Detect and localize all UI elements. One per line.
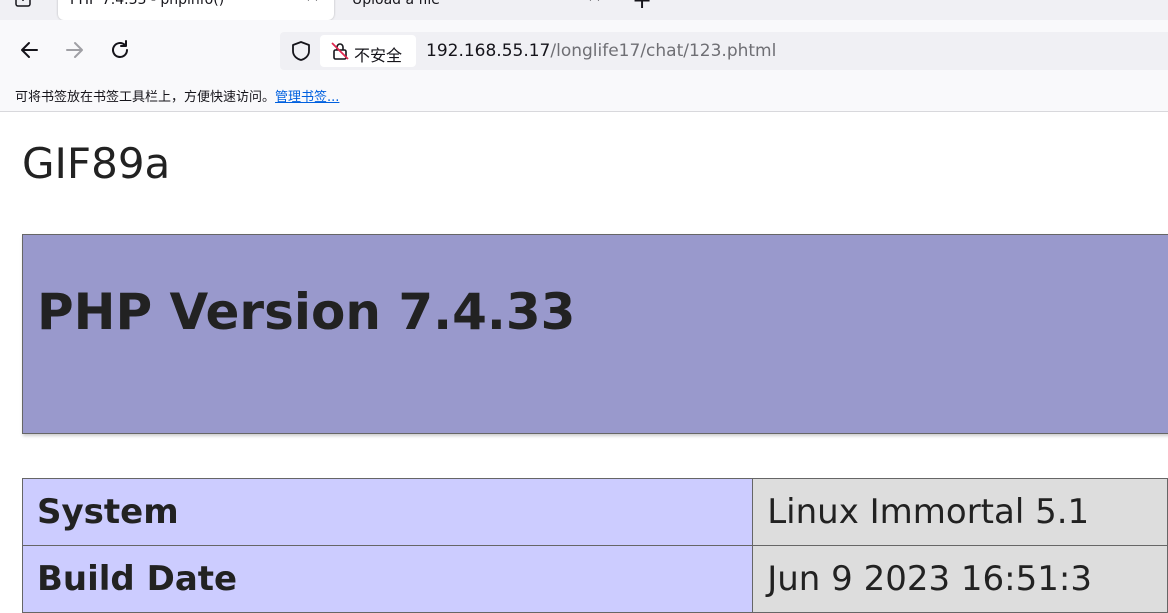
table-row: Build Date Jun 9 2023 16:51:3 — [21, 545, 1168, 613]
row-value: Linux Immortal 5.1 — [752, 478, 1168, 546]
php-version-title: PHP Version 7.4.33 — [37, 283, 576, 341]
url-host: 192.168.55.17 — [426, 41, 551, 61]
row-value: Jun 9 2023 16:51:3 — [752, 545, 1168, 613]
new-tab-button[interactable]: + — [632, 0, 652, 14]
not-secure-label: 不安全 — [354, 46, 403, 65]
phpinfo-table: System Linux Immortal 5.1 Build Date Jun… — [21, 478, 1168, 613]
tab-phpinfo[interactable]: PHP 7.4.33 - phpinfo() ✕ — [58, 0, 334, 20]
tab-strip: PHP 7.4.33 - phpinfo() ✕ Upload a file ✕… — [0, 0, 1168, 20]
connection-not-secure-indicator[interactable]: 不安全 — [320, 35, 416, 67]
address-bar[interactable]: 不安全 192.168.55.17/longlife17/chat/123.ph… — [280, 32, 1168, 70]
bookmarks-hint-text: 可将书签放在书签工具栏上，方便快速访问。 — [15, 90, 276, 105]
gif-header-text: GIF89a — [22, 139, 171, 188]
tab-title: Upload a file — [352, 0, 440, 8]
reload-icon[interactable] — [109, 39, 131, 61]
bookmarks-toolbar: 可将书签放在书签工具栏上，方便快速访问。管理书签... — [0, 82, 1168, 112]
url-text[interactable]: 192.168.55.17/longlife17/chat/123.phtml — [426, 41, 776, 61]
tab-title: PHP 7.4.33 - phpinfo() — [70, 0, 225, 8]
table-row: System Linux Immortal 5.1 — [21, 478, 1168, 546]
navigation-toolbar: 不安全 192.168.55.17/longlife17/chat/123.ph… — [0, 20, 1168, 82]
back-arrow-icon[interactable] — [19, 39, 41, 61]
tracking-protection-shield-icon[interactable] — [290, 40, 312, 62]
url-path: /longlife17/chat/123.phtml — [550, 41, 777, 61]
firefox-view-icon[interactable] — [14, 0, 32, 8]
insecure-lock-icon — [330, 41, 350, 61]
bookmarks-empty-message: 可将书签放在书签工具栏上，方便快速访问。管理书签... — [15, 86, 339, 105]
close-tab-icon[interactable]: ✕ — [305, 0, 320, 6]
manage-bookmarks-link[interactable]: 管理书签... — [275, 90, 339, 105]
php-header: PHP Version 7.4.33 — [22, 234, 1168, 434]
close-tab-icon[interactable]: ✕ — [587, 0, 602, 6]
page-content: GIF89a PHP Version 7.4.33 System Linux I… — [0, 112, 1168, 613]
forward-arrow-icon[interactable] — [63, 39, 85, 61]
tab-upload-file[interactable]: Upload a file ✕ — [340, 0, 610, 20]
row-label: System — [21, 478, 754, 546]
row-label: Build Date — [21, 545, 754, 613]
